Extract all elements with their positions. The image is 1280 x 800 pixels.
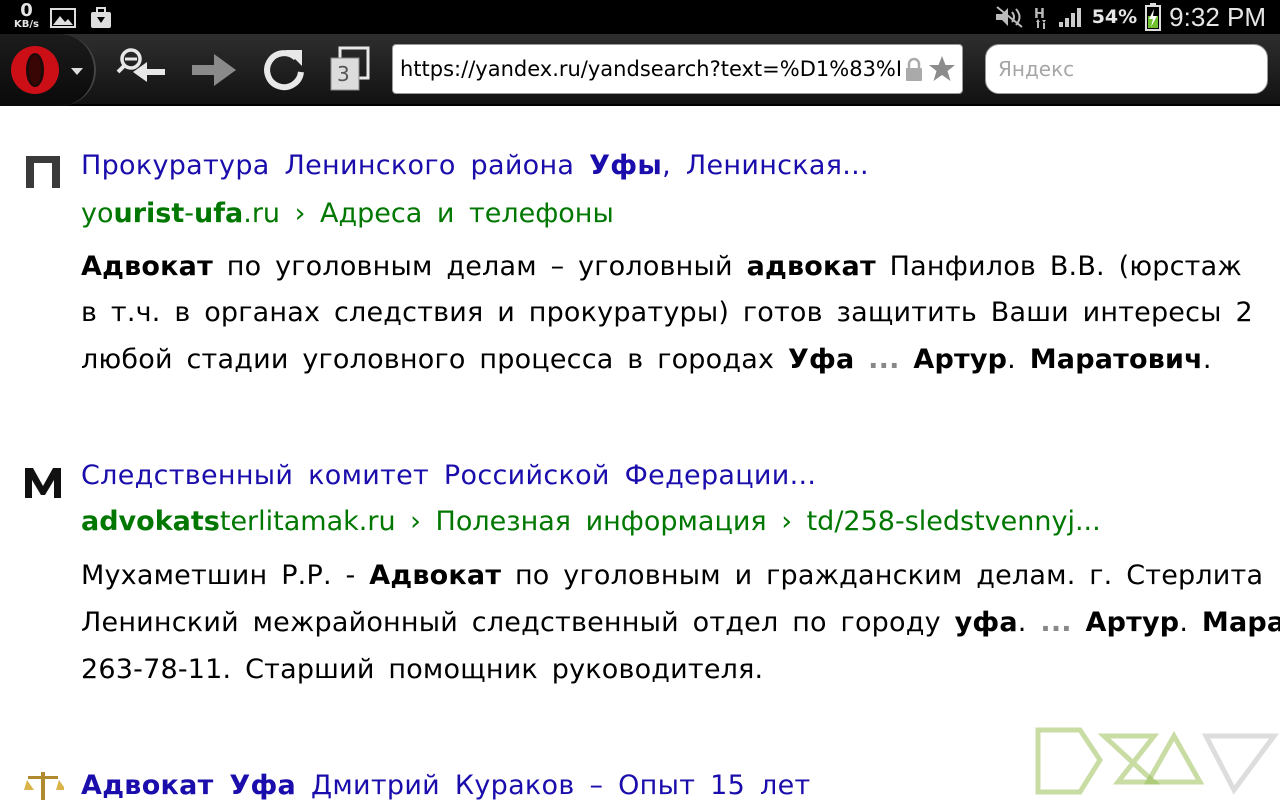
result-snippet-line: Ленинский межрайонный следственный отдел…: [81, 607, 1280, 638]
text-run: .: [1017, 607, 1041, 638]
opera-logo-icon: [11, 46, 59, 94]
lock-icon: [906, 57, 922, 81]
text-run: по уголовным и гражданским делам. г. Сте…: [501, 560, 1264, 591]
favicon-m-icon: [25, 468, 61, 498]
text-run: в т.ч. в органах следствия и прокуратуры…: [81, 297, 1253, 328]
snippet-ellipsis: ...: [868, 344, 900, 375]
download-notification-icon: [90, 7, 111, 28]
highlighted-term: адвокат: [746, 251, 876, 282]
highlighted-term: Артур: [913, 344, 1008, 375]
result-title-link[interactable]: Следственный комитет Российской Федераци…: [81, 460, 816, 491]
text-run: , Ленинская...: [662, 150, 869, 181]
text-run: yo: [81, 198, 114, 229]
text-run: [854, 344, 868, 375]
text-run: .: [1179, 607, 1202, 638]
network-speed-unit: KB/s: [14, 19, 39, 30]
signal-strength-icon: [1058, 8, 1081, 27]
highlighted-term: Уфа: [787, 344, 855, 375]
highlighted-term: уфа: [954, 607, 1018, 638]
text-run: Мухаметшин Р.Р. -: [81, 560, 370, 591]
reload-icon[interactable]: [256, 42, 312, 98]
tabs-icon: [330, 46, 370, 91]
forward-arrow-icon[interactable]: [186, 42, 242, 98]
network-speed: 0 KB/s: [14, 2, 39, 30]
text-run: любой стадии уголовного процесса в город…: [81, 344, 788, 375]
text-run: .: [1007, 344, 1030, 375]
text-run: Ленинский межрайонный следственный отдел…: [81, 607, 955, 638]
highlighted-term: Адвокат Уфа: [81, 770, 297, 800]
network-speed-value: 0: [20, 0, 33, 21]
image-notification-icon: [49, 8, 76, 28]
browser-toolbar: 3 https://yandex.ru/yandsearch?text=%D1%…: [0, 34, 1280, 106]
highlighted-term: urist: [113, 198, 185, 229]
tab-count: 3: [337, 62, 350, 86]
back-zoom-icon[interactable]: [113, 42, 169, 98]
search-box[interactable]: [985, 44, 1268, 94]
highlighted-term: Адвокат: [81, 251, 213, 282]
text-run: Дмитрий Кураков – Опыт 15 лет: [296, 770, 811, 800]
address-bar[interactable]: https://yandex.ru/yandsearch?text=%D1%83…: [392, 44, 963, 94]
text-run: 263-78-11. Старший помощник руководителя…: [81, 654, 764, 685]
status-bar: 0 KB/s H 54% 9:32 PM: [0, 0, 1280, 34]
bookmark-star-icon[interactable]: [928, 55, 956, 83]
watermark-logo-icon: [1035, 727, 1279, 795]
result-snippet-line: Мухаметшин Р.Р. - Адвокат по уголовным и…: [81, 560, 1263, 591]
highlighted-term: ufa: [194, 198, 244, 229]
result-url-link[interactable]: advokatsterlitamak.ru › Полезная информа…: [81, 506, 1101, 537]
result-title-link[interactable]: Прокуратура Ленинского района Уфы, Ленин…: [81, 150, 869, 181]
text-run: Прокуратура Ленинского района: [81, 150, 590, 181]
search-results: Прокуратура Ленинского района Уфы, Ленин…: [0, 108, 1280, 800]
result-url-link[interactable]: yourist-ufa.ru › Адреса и телефоны: [81, 198, 614, 229]
snippet-ellipsis: ...: [1040, 607, 1072, 638]
result-snippet-line: в т.ч. в органах следствия и прокуратуры…: [81, 297, 1253, 328]
result-snippet-line: любой стадии уголовного процесса в город…: [81, 344, 1212, 375]
highlighted-term: advokats: [81, 506, 220, 537]
text-run: по уголовным делам – уголовный: [212, 251, 747, 282]
text-run: .ru › Адреса и телефоны: [243, 198, 614, 229]
highlighted-term: Уфы: [589, 150, 663, 181]
text-run: [900, 344, 914, 375]
result-title-link[interactable]: Адвокат Уфа Дмитрий Кураков – Опыт 15 ле…: [81, 770, 811, 800]
result-snippet-line: Адвокат по уголовным делам – уголовный а…: [81, 251, 1242, 282]
search-input[interactable]: [998, 55, 1253, 83]
highlighted-term: Артур: [1085, 607, 1180, 638]
battery-percent: 54%: [1091, 6, 1138, 28]
result-snippet-line: 263-78-11. Старший помощник руководителя…: [81, 654, 763, 685]
scales-of-justice-icon: [24, 772, 64, 800]
tabs-button[interactable]: 3: [326, 42, 382, 98]
text-run: Следственный комитет Российской Федераци…: [81, 460, 817, 491]
text-run: Панфилов В.В. (юрстаж: [875, 251, 1242, 282]
chevron-down-icon: [71, 68, 83, 75]
favicon-p-icon: [26, 156, 60, 188]
clock: 9:32 PM: [1169, 1, 1266, 32]
text-run: terlitamak.ru › Полезная информация › td…: [219, 506, 1101, 537]
url-text[interactable]: https://yandex.ru/yandsearch?text=%D1%83…: [400, 57, 900, 81]
highlighted-term: Мара: [1201, 607, 1280, 638]
text-run: -: [184, 198, 195, 229]
text-run: .: [1202, 344, 1212, 375]
opera-menu-button[interactable]: [0, 34, 96, 106]
battery-charging-icon: [1145, 3, 1162, 31]
text-run: [1072, 607, 1086, 638]
mute-icon: [995, 6, 1023, 28]
data-transfer-icon: H: [1034, 7, 1046, 29]
highlighted-term: Адвокат: [369, 560, 502, 591]
highlighted-term: Маратович: [1029, 344, 1203, 375]
svg-text:H: H: [1034, 7, 1045, 22]
